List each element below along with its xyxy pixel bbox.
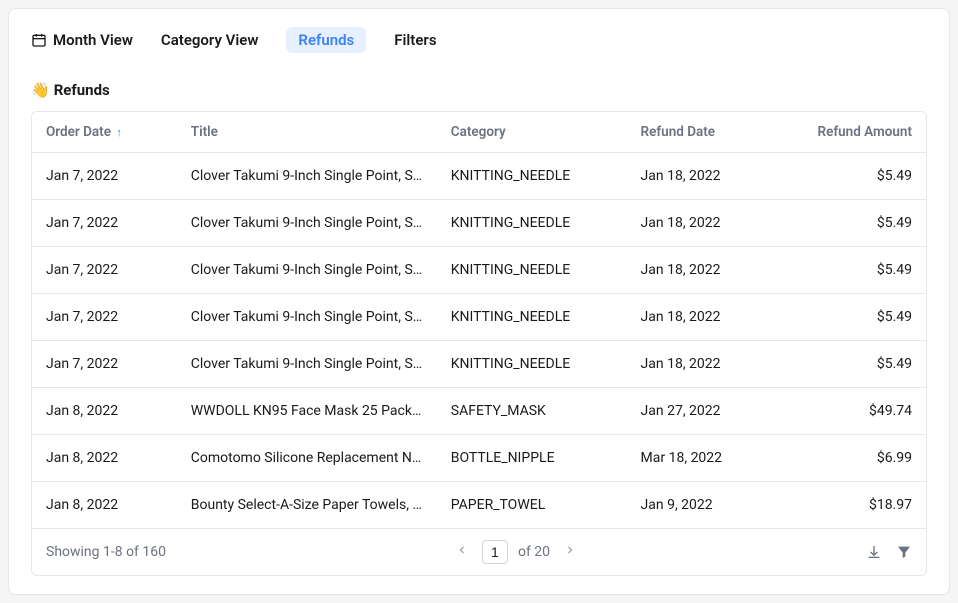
cell-category: PAPER_TOWEL bbox=[437, 482, 627, 529]
cell-amount: $5.49 bbox=[776, 294, 926, 341]
cell-category: KNITTING_NEEDLE bbox=[437, 247, 627, 294]
cell-category: KNITTING_NEEDLE bbox=[437, 294, 627, 341]
tabs-bar: Month View Category View Refunds Filters bbox=[9, 9, 949, 67]
filter-button[interactable] bbox=[896, 544, 912, 560]
column-refund-date[interactable]: Refund Date bbox=[627, 112, 777, 153]
cell-title: WWDOLL KN95 Face Mask 25 Pack, 5-... bbox=[177, 388, 437, 435]
page-input[interactable] bbox=[482, 540, 508, 564]
cell-order-date: Jan 8, 2022 bbox=[32, 482, 177, 529]
cell-refund-date: Mar 18, 2022 bbox=[627, 435, 777, 482]
tab-category-view-label: Category View bbox=[161, 31, 259, 49]
cell-order-date: Jan 7, 2022 bbox=[32, 153, 177, 200]
cell-title: Clover Takumi 9-Inch Single Point, Size … bbox=[177, 294, 437, 341]
refunds-table: Order Date ↑ Title Category Refund Date bbox=[32, 112, 926, 529]
cell-refund-date: Jan 27, 2022 bbox=[627, 388, 777, 435]
tab-filters[interactable]: Filters bbox=[394, 27, 436, 53]
filter-icon bbox=[896, 544, 912, 560]
cell-category: KNITTING_NEEDLE bbox=[437, 341, 627, 388]
cell-amount: $5.49 bbox=[776, 247, 926, 294]
cell-refund-date: Jan 18, 2022 bbox=[627, 153, 777, 200]
cell-title: Clover Takumi 9-Inch Single Point, Size … bbox=[177, 247, 437, 294]
content-area: 👋 Refunds Order Date ↑ Title Categ bbox=[9, 67, 949, 594]
column-order-date[interactable]: Order Date ↑ bbox=[32, 112, 177, 153]
column-category[interactable]: Category bbox=[437, 112, 627, 153]
total-pages: 20 bbox=[534, 544, 550, 560]
column-refund-amount[interactable]: Refund Amount bbox=[776, 112, 926, 153]
cell-order-date: Jan 7, 2022 bbox=[32, 341, 177, 388]
column-category-label: Category bbox=[451, 124, 506, 140]
chevron-left-icon bbox=[456, 544, 468, 556]
sort-asc-icon: ↑ bbox=[116, 126, 122, 139]
of-label: of bbox=[518, 544, 531, 560]
cell-refund-date: Jan 18, 2022 bbox=[627, 294, 777, 341]
cell-title: Comotomo Silicone Replacement Nippl... bbox=[177, 435, 437, 482]
tab-month-view[interactable]: Month View bbox=[31, 27, 133, 53]
download-button[interactable] bbox=[866, 544, 882, 560]
cell-category: KNITTING_NEEDLE bbox=[437, 200, 627, 247]
column-title-label: Title bbox=[191, 124, 218, 140]
cell-order-date: Jan 7, 2022 bbox=[32, 200, 177, 247]
cell-title: Clover Takumi 9-Inch Single Point, Size … bbox=[177, 200, 437, 247]
tab-refunds[interactable]: Refunds bbox=[286, 27, 366, 53]
cell-amount: $18.97 bbox=[776, 482, 926, 529]
cell-title: Bounty Select-A-Size Paper Towels, 6 ... bbox=[177, 482, 437, 529]
table-footer: Showing 1-8 of 160 of 20 bbox=[32, 529, 926, 575]
pagination-controls: of 20 bbox=[166, 540, 866, 564]
cell-amount: $6.99 bbox=[776, 435, 926, 482]
tab-filters-label: Filters bbox=[394, 31, 436, 49]
cell-category: KNITTING_NEEDLE bbox=[437, 153, 627, 200]
tab-refunds-label: Refunds bbox=[298, 31, 354, 49]
table-row[interactable]: Jan 7, 2022Clover Takumi 9-Inch Single P… bbox=[32, 294, 926, 341]
column-title[interactable]: Title bbox=[177, 112, 437, 153]
cell-title: Clover Takumi 9-Inch Single Point, Size … bbox=[177, 341, 437, 388]
table-row[interactable]: Jan 7, 2022Clover Takumi 9-Inch Single P… bbox=[32, 153, 926, 200]
table-row[interactable]: Jan 7, 2022Clover Takumi 9-Inch Single P… bbox=[32, 247, 926, 294]
next-page-button[interactable] bbox=[560, 544, 580, 560]
section-title-text: Refunds bbox=[54, 81, 110, 99]
cell-refund-date: Jan 18, 2022 bbox=[627, 247, 777, 294]
section-title: 👋 Refunds bbox=[31, 67, 927, 111]
calendar-icon bbox=[31, 32, 47, 48]
wave-emoji-icon: 👋 bbox=[31, 81, 50, 99]
cell-order-date: Jan 8, 2022 bbox=[32, 435, 177, 482]
cell-order-date: Jan 7, 2022 bbox=[32, 247, 177, 294]
of-pages-label: of 20 bbox=[518, 544, 550, 560]
download-icon bbox=[866, 544, 882, 560]
cell-refund-date: Jan 9, 2022 bbox=[627, 482, 777, 529]
cell-refund-date: Jan 18, 2022 bbox=[627, 341, 777, 388]
cell-title: Clover Takumi 9-Inch Single Point, Size … bbox=[177, 153, 437, 200]
cell-amount: $5.49 bbox=[776, 153, 926, 200]
column-refund-date-label: Refund Date bbox=[641, 124, 716, 140]
showing-text: Showing 1-8 of 160 bbox=[46, 544, 166, 560]
table-container: Order Date ↑ Title Category Refund Date bbox=[31, 111, 927, 576]
table-header-row: Order Date ↑ Title Category Refund Date bbox=[32, 112, 926, 153]
table-row[interactable]: Jan 8, 2022WWDOLL KN95 Face Mask 25 Pack… bbox=[32, 388, 926, 435]
tab-month-view-label: Month View bbox=[53, 31, 133, 49]
cell-amount: $49.74 bbox=[776, 388, 926, 435]
column-refund-amount-label: Refund Amount bbox=[818, 124, 913, 140]
cell-amount: $5.49 bbox=[776, 341, 926, 388]
cell-category: BOTTLE_NIPPLE bbox=[437, 435, 627, 482]
chevron-right-icon bbox=[564, 544, 576, 556]
column-order-date-label: Order Date bbox=[46, 124, 111, 140]
refunds-card: Month View Category View Refunds Filters… bbox=[8, 8, 950, 595]
cell-order-date: Jan 7, 2022 bbox=[32, 294, 177, 341]
cell-order-date: Jan 8, 2022 bbox=[32, 388, 177, 435]
footer-actions bbox=[866, 544, 912, 560]
table-row[interactable]: Jan 8, 2022Bounty Select-A-Size Paper To… bbox=[32, 482, 926, 529]
cell-refund-date: Jan 18, 2022 bbox=[627, 200, 777, 247]
table-row[interactable]: Jan 7, 2022Clover Takumi 9-Inch Single P… bbox=[32, 200, 926, 247]
table-row[interactable]: Jan 7, 2022Clover Takumi 9-Inch Single P… bbox=[32, 341, 926, 388]
tab-category-view[interactable]: Category View bbox=[161, 27, 259, 53]
cell-category: SAFETY_MASK bbox=[437, 388, 627, 435]
table-row[interactable]: Jan 8, 2022Comotomo Silicone Replacement… bbox=[32, 435, 926, 482]
prev-page-button[interactable] bbox=[452, 544, 472, 560]
cell-amount: $5.49 bbox=[776, 200, 926, 247]
